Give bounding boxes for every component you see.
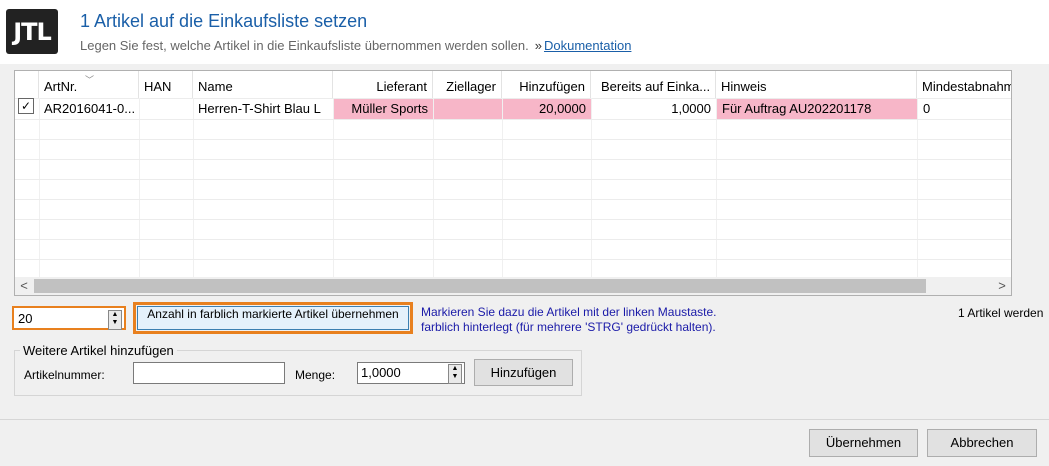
add-article-button[interactable]: Hinzufügen [474, 359, 573, 386]
cell-name: Herren-T-Shirt Blau L [198, 101, 321, 116]
column-hinweis[interactable]: Hinweis [716, 71, 917, 98]
menge-down-icon[interactable]: ▼ [449, 373, 461, 381]
column-name[interactable]: Name [193, 71, 333, 98]
cell-artnr: AR2016041-0... [44, 101, 136, 116]
horizontal-scrollbar[interactable]: < > [15, 277, 1011, 295]
row-divider [15, 259, 1011, 260]
footer-divider [0, 419, 1049, 420]
quantity-stepper[interactable]: 20 ▲ ▼ [12, 306, 126, 330]
row-divider [15, 179, 1011, 180]
column-divider [716, 98, 717, 295]
column-divider [333, 98, 334, 295]
row-divider [15, 119, 1011, 120]
row-divider [15, 219, 1011, 220]
selection-hint: Markieren Sie dazu die Artikel mit der l… [421, 305, 716, 335]
row-divider [15, 199, 1011, 200]
menge-up-icon[interactable]: ▲ [449, 365, 461, 373]
sort-indicator-icon: ﹀ [85, 75, 95, 85]
dialog-title: 1 Artikel auf die Einkaufsliste setzen [80, 11, 368, 31]
row-checkbox[interactable]: ✓ [18, 98, 34, 114]
link-prefix: » [534, 38, 542, 53]
menge-label: Menge: [295, 368, 336, 382]
menge-stepper[interactable]: 1,0000 ▲ ▼ [357, 362, 465, 384]
cell-lieferant: Müller Sports [334, 99, 433, 119]
row-divider [15, 239, 1011, 240]
column-divider [433, 98, 434, 295]
column-hinzufuegen[interactable]: Hinzufügen [502, 71, 591, 98]
articles-grid[interactable]: ArtNr. ﹀ HAN Name Lieferant Ziellager Hi… [14, 70, 1012, 296]
menge-stepper-buttons[interactable]: ▲ ▼ [448, 364, 462, 384]
grid-header: ArtNr. ﹀ HAN Name Lieferant Ziellager Hi… [15, 71, 1011, 98]
ok-button[interactable]: Übernehmen [809, 429, 918, 457]
documentation-link[interactable]: Dokumentation [544, 38, 631, 53]
artnr-input[interactable] [133, 362, 285, 384]
subtitle-text: Legen Sie fest, welche Artikel in die Ei… [80, 38, 529, 53]
quantity-value[interactable]: 20 [18, 311, 32, 326]
header-select-column[interactable] [15, 71, 39, 98]
apply-quantity-button[interactable]: Anzahl in farblich markierte Artikel übe… [133, 302, 413, 334]
hint-line-2: farblich hinterlegt (für mehrere 'STRG' … [421, 320, 716, 334]
apply-quantity-label: Anzahl in farblich markierte Artikel übe… [137, 306, 409, 330]
stepper-down-icon[interactable]: ▼ [109, 319, 121, 327]
stepper-buttons[interactable]: ▲ ▼ [108, 310, 122, 330]
column-divider [917, 98, 918, 295]
cell-bereits: 1,0000 [671, 101, 711, 116]
cell-hinzufuegen: 20,0000 [503, 99, 591, 119]
dialog-header: JTL 1 Artikel auf die Einkaufsliste setz… [0, 0, 1049, 64]
cancel-button[interactable]: Abbrechen [927, 429, 1037, 457]
dialog-subtitle: Legen Sie fest, welche Artikel in die Ei… [80, 38, 631, 53]
column-divider [39, 98, 40, 295]
cell-han [139, 99, 193, 119]
column-divider [591, 98, 592, 295]
column-bereits[interactable]: Bereits auf Einka... [591, 71, 716, 98]
menge-value[interactable]: 1,0000 [361, 365, 401, 380]
jtl-logo: JTL [6, 9, 58, 54]
artnr-label: Artikelnummer: [24, 368, 105, 382]
scroll-right-icon[interactable]: > [993, 277, 1011, 295]
row-divider [15, 159, 1011, 160]
hint-line-1: Markieren Sie dazu die Artikel mit der l… [421, 305, 717, 319]
column-ziellager[interactable]: Ziellager [433, 71, 502, 98]
stepper-up-icon[interactable]: ▲ [109, 311, 121, 319]
column-divider [193, 98, 194, 295]
column-lieferant[interactable]: Lieferant [333, 71, 433, 98]
column-divider [139, 98, 140, 295]
cell-ziellager [434, 99, 502, 119]
scroll-left-icon[interactable]: < [15, 277, 33, 295]
article-count-text: 1 Artikel werden [958, 306, 1044, 320]
cell-mindestabnahme: 0 [923, 101, 931, 116]
column-han[interactable]: HAN [139, 71, 193, 98]
add-articles-title: Weitere Artikel hinzufügen [20, 343, 177, 358]
cell-hinweis: Für Auftrag AU202201178 [717, 99, 917, 119]
column-mindestabnahme[interactable]: Mindestabnahme [917, 71, 1011, 98]
scrollbar-thumb[interactable] [34, 279, 926, 293]
row-divider [15, 139, 1011, 140]
column-divider [502, 98, 503, 295]
